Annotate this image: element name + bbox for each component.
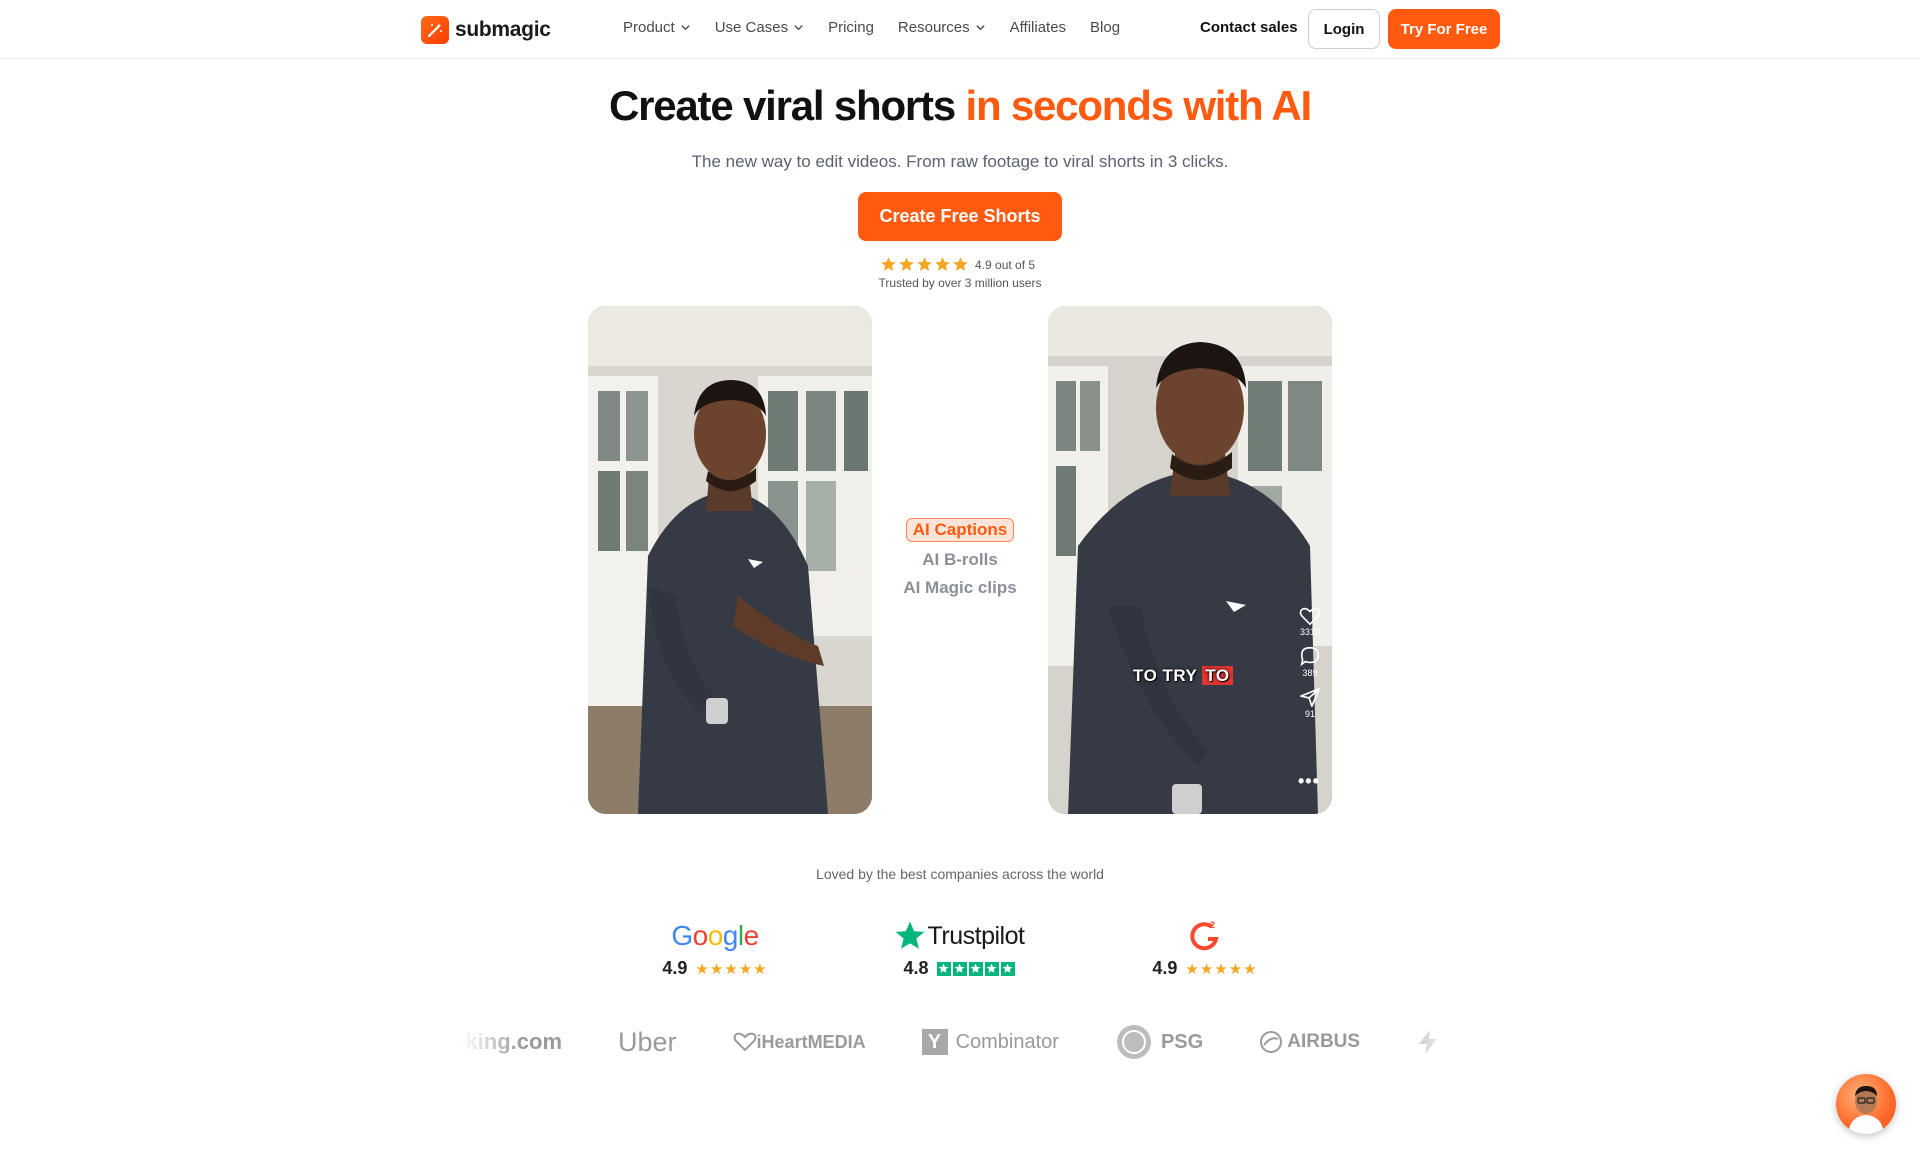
feature-switcher: AI Captions AI B-rolls AI Magic clips bbox=[880, 518, 1040, 606]
trustpilot-review[interactable]: Trustpilot 4.8 bbox=[886, 918, 1032, 979]
star-icon bbox=[881, 257, 896, 271]
chat-support-avatar[interactable] bbox=[1836, 1074, 1896, 1134]
top-navbar: submagic Product Use Cases Pricing Resou… bbox=[0, 0, 1920, 59]
brand-iheartmedia-label: iHeartMEDIA bbox=[756, 1031, 866, 1052]
brand-iheartmedia: iHeartMEDIA bbox=[733, 1032, 866, 1053]
company-logo-track: oking.com Uber iHeartMEDIA Y Combinator … bbox=[462, 1020, 1458, 1064]
nav-item-affiliates[interactable]: Affiliates bbox=[1010, 19, 1066, 36]
caption-text: TO TRY bbox=[1133, 666, 1203, 685]
star-icon bbox=[935, 257, 950, 271]
brand-psg: PSG bbox=[1115, 1023, 1203, 1061]
create-free-shorts-button[interactable]: Create Free Shorts bbox=[858, 192, 1062, 241]
airbus-logo-icon bbox=[1260, 1031, 1283, 1053]
chevron-down-icon bbox=[681, 25, 690, 31]
try-for-free-button[interactable]: Try For Free bbox=[1388, 9, 1500, 49]
comment-icon bbox=[1300, 646, 1320, 667]
brand-uber: Uber bbox=[618, 1026, 677, 1057]
star-icon bbox=[917, 257, 932, 271]
caption-highlight: TO bbox=[1202, 666, 1233, 685]
contact-sales-link[interactable]: Contact sales bbox=[1200, 19, 1298, 36]
brand-airbus-label: AIRBUS bbox=[1287, 1031, 1361, 1052]
chevron-down-icon bbox=[975, 25, 985, 31]
iheart-logo-icon bbox=[733, 1032, 757, 1052]
raw-video-frame bbox=[588, 306, 872, 814]
main-nav: Product Use Cases Pricing Resources Affi… bbox=[623, 19, 1144, 36]
g2-logo: 2 bbox=[1146, 918, 1264, 954]
brand-name: submagic bbox=[455, 18, 551, 41]
like-action[interactable]: 3310 bbox=[1299, 606, 1321, 637]
edited-video-frame bbox=[1048, 306, 1332, 814]
brand-airbus: AIRBUS bbox=[1259, 1030, 1360, 1054]
login-button[interactable]: Login bbox=[1308, 9, 1380, 49]
heart-icon bbox=[1299, 607, 1321, 626]
headline-main: Create viral shorts bbox=[608, 82, 966, 129]
trustpilot-logo: Trustpilot bbox=[886, 918, 1032, 954]
loved-by-text: Loved by the best companies across the w… bbox=[816, 866, 1104, 882]
rating-stars bbox=[880, 256, 969, 273]
edited-video-preview[interactable]: TO TRY TO 3310 389 91 ••• bbox=[1048, 306, 1332, 814]
nav-item-pricing[interactable]: Pricing bbox=[828, 19, 874, 36]
star-icon bbox=[953, 257, 968, 271]
google-wordmark: Google bbox=[671, 920, 759, 951]
trusted-text: Trusted by over 3 million users bbox=[878, 276, 1042, 290]
logo-wand-icon bbox=[421, 16, 449, 44]
strip-fade-right bbox=[1398, 1020, 1458, 1064]
nav-item-label: Pricing bbox=[828, 19, 874, 36]
send-icon bbox=[1300, 687, 1320, 707]
hero-subhead: The new way to edit videos. From raw foo… bbox=[691, 152, 1229, 171]
headline-accent: in seconds with AI bbox=[965, 82, 1312, 129]
psg-crest-icon bbox=[1116, 1025, 1151, 1059]
g2-review[interactable]: 2 4.9 ★★★★★ bbox=[1146, 918, 1264, 979]
company-logo-strip: oking.com Uber iHeartMEDIA Y Combinator … bbox=[462, 1020, 1458, 1064]
nav-item-product[interactable]: Product bbox=[623, 19, 691, 36]
more-options-icon[interactable]: ••• bbox=[1298, 771, 1320, 792]
hero-headline: Create viral shorts in seconds with AI bbox=[0, 82, 1920, 130]
comment-action[interactable]: 389 bbox=[1299, 645, 1321, 678]
trustpilot-wordmark: Trustpilot bbox=[927, 921, 1025, 950]
ycombinator-logo-icon: Y bbox=[921, 1029, 948, 1055]
trustpilot-star-icon bbox=[895, 921, 924, 949]
brand-logo[interactable]: submagic bbox=[421, 16, 551, 44]
share-action[interactable]: 91 bbox=[1299, 686, 1321, 719]
google-score: 4.9 bbox=[662, 958, 688, 978]
nav-item-resources[interactable]: Resources bbox=[898, 19, 986, 36]
raw-video-preview[interactable] bbox=[588, 306, 872, 814]
star-icon bbox=[899, 257, 914, 271]
hero-rating: 4.9 out of 5 bbox=[880, 256, 1035, 273]
google-stars: ★★★★★ bbox=[695, 960, 768, 978]
g2-score: 4.9 bbox=[1152, 958, 1178, 978]
brand-ycombinator-label: Combinator bbox=[955, 1030, 1059, 1053]
g2-stars: ★★★★★ bbox=[1185, 960, 1258, 978]
google-score-row: 4.9 ★★★★★ bbox=[658, 958, 772, 979]
nav-item-label: Product bbox=[623, 19, 675, 36]
nav-item-label: Resources bbox=[897, 19, 970, 36]
support-agent-avatar bbox=[1848, 1086, 1884, 1134]
chevron-down-icon bbox=[794, 25, 803, 31]
video-action-rail: 3310 389 91 bbox=[1296, 606, 1324, 727]
google-logo: Google bbox=[658, 918, 772, 954]
strip-fade-left bbox=[462, 1020, 522, 1064]
nav-item-label: Blog bbox=[1090, 19, 1121, 36]
nav-item-use-cases[interactable]: Use Cases bbox=[715, 19, 804, 36]
ai-caption-overlay: TO TRY TO bbox=[1133, 666, 1233, 686]
feature-ai-b-rolls[interactable]: AI B-rolls bbox=[880, 550, 1040, 570]
trustpilot-stars bbox=[936, 961, 1015, 976]
g2-score-row: 4.9 ★★★★★ bbox=[1146, 958, 1264, 979]
brand-psg-label: PSG bbox=[1160, 1030, 1204, 1053]
rating-text: 4.9 out of 5 bbox=[975, 257, 1036, 272]
g2-logo-icon: 2 bbox=[1190, 920, 1219, 951]
comment-count: 389 bbox=[1302, 668, 1318, 678]
feature-ai-magic-clips[interactable]: AI Magic clips bbox=[880, 578, 1040, 598]
trustpilot-score-row: 4.8 bbox=[886, 958, 1032, 979]
feature-ai-captions[interactable]: AI Captions bbox=[905, 518, 1015, 542]
nav-item-label: Affiliates bbox=[1009, 19, 1067, 36]
nav-item-blog[interactable]: Blog bbox=[1090, 19, 1120, 36]
like-count: 3310 bbox=[1299, 627, 1321, 637]
svg-text:2: 2 bbox=[1210, 920, 1215, 930]
google-review[interactable]: Google 4.9 ★★★★★ bbox=[658, 918, 772, 979]
trustpilot-score: 4.8 bbox=[903, 958, 929, 978]
brand-ycombinator: Y Combinator bbox=[921, 1029, 1059, 1055]
nav-item-label: Use Cases bbox=[714, 19, 789, 36]
share-count: 91 bbox=[1304, 709, 1315, 719]
